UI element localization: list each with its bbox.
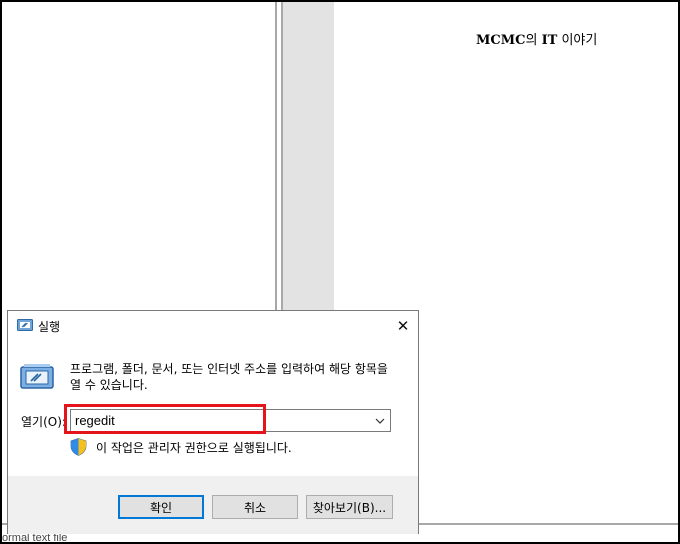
run-app-icon bbox=[20, 364, 54, 389]
ok-button[interactable]: 확인 bbox=[118, 495, 204, 519]
status-bar-text: ormal text file bbox=[2, 533, 68, 542]
watermark-it: IT bbox=[541, 33, 558, 48]
browse-button[interactable]: 찾아보기(B)... bbox=[306, 495, 393, 519]
shield-icon bbox=[70, 438, 87, 456]
open-label: 열기(O): bbox=[21, 415, 66, 429]
dialog-title: 실행 bbox=[38, 320, 61, 334]
run-dialog: 실행 ✕ 프로그램, 폴더, 문서, 또는 인터넷 주소를 입력하여 해당 항목… bbox=[7, 310, 419, 534]
watermark-middle: 의 bbox=[525, 33, 542, 48]
admin-privilege-note: 이 작업은 관리자 권한으로 실행됩니다. bbox=[96, 441, 292, 455]
watermark: MCMC의 IT 이야기 bbox=[476, 29, 597, 48]
watermark-brand: MCMC bbox=[476, 33, 526, 48]
close-icon[interactable]: ✕ bbox=[392, 315, 414, 337]
run-app-icon bbox=[17, 319, 33, 331]
dialog-description: 프로그램, 폴더, 문서, 또는 인터넷 주소를 입력하여 해당 항목을 열 수… bbox=[70, 362, 388, 392]
cancel-button[interactable]: 취소 bbox=[212, 495, 298, 519]
chevron-down-icon[interactable] bbox=[372, 411, 388, 430]
dialog-titlebar[interactable]: 실행 ✕ bbox=[8, 311, 418, 341]
open-combobox[interactable]: regedit bbox=[70, 409, 391, 432]
open-input-value[interactable]: regedit bbox=[75, 413, 115, 428]
watermark-suffix: 이야기 bbox=[557, 33, 598, 48]
